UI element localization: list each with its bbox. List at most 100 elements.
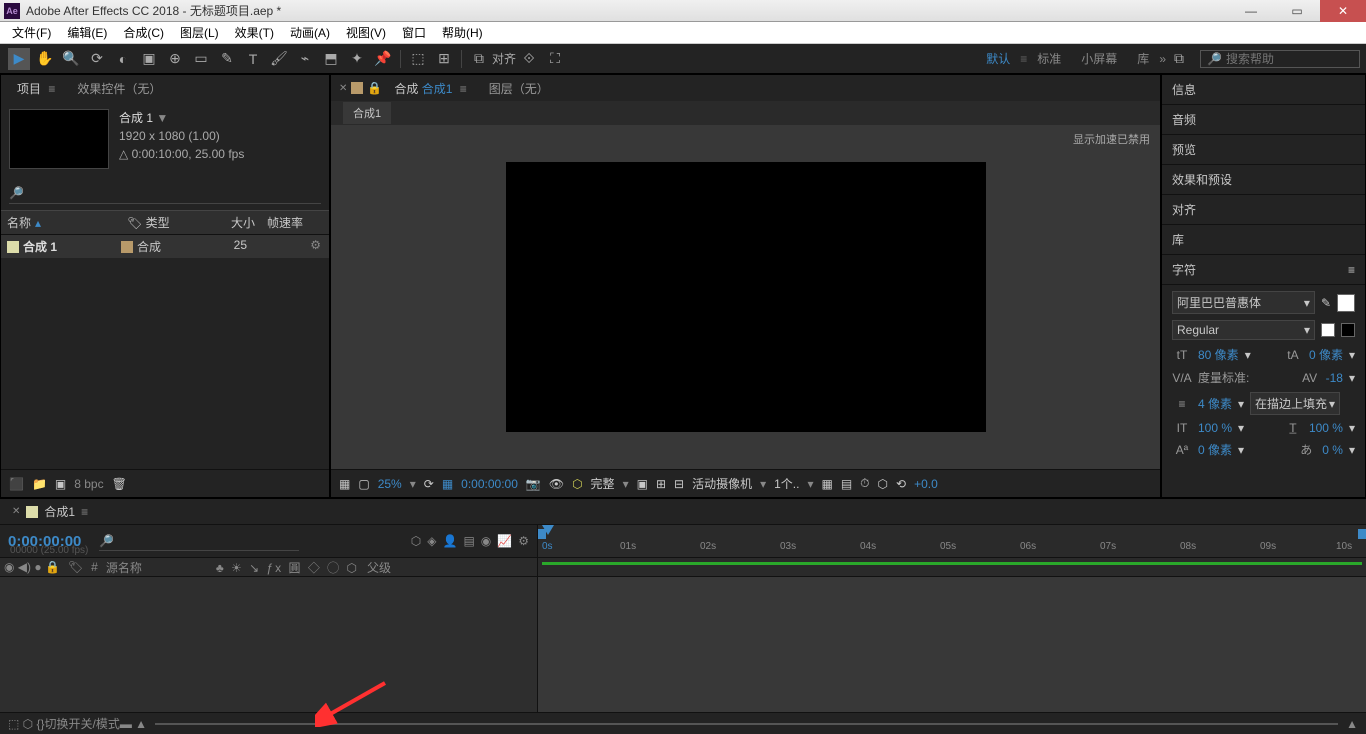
zoom-tool[interactable]: 🔍 xyxy=(60,48,82,70)
graph-editor-icon[interactable]: 📈 xyxy=(497,534,512,548)
fast-preview-icon[interactable]: ▦ xyxy=(821,477,832,491)
show-snapshot-icon[interactable]: 👁 xyxy=(549,477,564,491)
rotate-tool[interactable]: ◐ xyxy=(112,48,134,70)
time-ruler[interactable]: 0s 01s 02s 03s 04s 05s 06s 07s 08s 09s 1… xyxy=(538,525,1366,557)
stroke-color-white[interactable] xyxy=(1321,323,1335,337)
motion-blur-icon[interactable]: ◉ xyxy=(481,534,491,548)
toggle-alpha-icon[interactable]: ▦ xyxy=(339,477,350,491)
vscale-value[interactable]: 100 % xyxy=(1198,421,1232,435)
menu-composition[interactable]: 合成(C) xyxy=(115,22,172,43)
selection-tool[interactable]: ▶ xyxy=(8,48,30,70)
font-family-select[interactable]: 阿里巴巴普惠体▾ xyxy=(1172,291,1315,314)
maximize-button[interactable]: ▭ xyxy=(1274,0,1320,22)
clone-tool[interactable]: ⌁ xyxy=(294,48,316,70)
av-col-icon[interactable]: ◉ ◀) ● 🔒 xyxy=(0,560,64,574)
anchor-tool[interactable]: ⊕ xyxy=(164,48,186,70)
panel-align[interactable]: 对齐 xyxy=(1162,195,1365,225)
project-row[interactable]: 合成 1 合成 25 ⚙ xyxy=(1,235,329,258)
menu-animation[interactable]: 动画(A) xyxy=(282,22,338,43)
panel-info[interactable]: 信息 xyxy=(1162,75,1365,105)
menu-window[interactable]: 窗口 xyxy=(394,22,434,43)
playhead[interactable] xyxy=(542,525,554,535)
grid-icon[interactable]: ⊞ xyxy=(656,477,666,491)
resolution-select[interactable]: 完整 xyxy=(591,475,615,492)
panel-audio[interactable]: 音频 xyxy=(1162,105,1365,135)
timeline-icon[interactable]: ⏱ xyxy=(860,476,869,491)
workspace-menu-icon[interactable]: ≡ xyxy=(1020,52,1027,66)
toggle-mask-icon[interactable]: ▢ xyxy=(358,477,369,491)
stroke-color-black[interactable] xyxy=(1341,323,1355,337)
panel-effects-presets[interactable]: 效果和预设 xyxy=(1162,165,1365,195)
menu-help[interactable]: 帮助(H) xyxy=(434,22,491,43)
lock-icon[interactable]: 🔒 xyxy=(367,81,382,95)
hand-tool[interactable]: ✋ xyxy=(34,48,56,70)
orbit-tool[interactable]: ⟳ xyxy=(86,48,108,70)
menu-effect[interactable]: 效果(T) xyxy=(227,22,282,43)
layer-list[interactable] xyxy=(0,577,538,712)
pixel-aspect-icon[interactable]: ▤ xyxy=(841,477,852,491)
reset-exposure-icon[interactable]: ⟲ xyxy=(896,477,906,491)
views-select[interactable]: 1个.. xyxy=(774,475,799,492)
search-help[interactable]: 🔎 xyxy=(1200,50,1360,68)
channel-icon[interactable]: ⬡ xyxy=(572,477,582,491)
source-name-col[interactable]: 源名称 xyxy=(102,559,212,576)
preview-time[interactable]: 0:00:00:00 xyxy=(461,477,518,491)
type-tool[interactable]: T xyxy=(242,48,264,70)
close-tab-icon[interactable]: ✕ xyxy=(339,83,347,94)
frame-blend-icon[interactable]: ▤ xyxy=(463,534,474,548)
fill-color[interactable] xyxy=(1337,294,1355,312)
close-button[interactable]: ✕ xyxy=(1320,0,1366,22)
toggle-switches-modes[interactable]: 切换开关/模式 xyxy=(45,715,120,732)
tab-project[interactable]: 项目 ≡ xyxy=(9,76,63,101)
panel-preview[interactable]: 预览 xyxy=(1162,135,1365,165)
comp-subtab[interactable]: 合成1 xyxy=(343,102,391,124)
flowchart-icon[interactable]: ⚙ xyxy=(310,238,329,255)
local-axis-icon[interactable]: ⬚ xyxy=(407,48,429,70)
toggle-switches-icon[interactable]: ⬚ ⬡ {} xyxy=(8,717,45,731)
guides-icon[interactable]: ⊟ xyxy=(674,477,684,491)
menu-layer[interactable]: 图层(L) xyxy=(172,22,227,43)
comp-mini-flowchart-icon[interactable]: ⬡ xyxy=(411,534,421,548)
panel-menu-icon[interactable]: ≡ xyxy=(1348,263,1355,277)
workspace-overflow-icon[interactable]: » xyxy=(1159,52,1166,66)
workarea-end[interactable] xyxy=(1358,529,1366,539)
panel-character-header[interactable]: 字符≡ xyxy=(1162,255,1365,285)
label-col-icon[interactable]: 🏷 xyxy=(64,560,87,574)
eraser-tool[interactable]: ⬒ xyxy=(320,48,342,70)
camera-tool[interactable]: ▣ xyxy=(138,48,160,70)
workspace-small[interactable]: 小屏幕 xyxy=(1071,50,1127,67)
baseline-value[interactable]: 0 像素 xyxy=(1198,441,1232,458)
shape-tool[interactable]: ▭ xyxy=(190,48,212,70)
roto-tool[interactable]: ✦ xyxy=(346,48,368,70)
interpret-icon[interactable]: ⬛ xyxy=(9,477,24,491)
zoom-level[interactable]: 25% xyxy=(378,477,402,491)
hscale-value[interactable]: 100 % xyxy=(1309,421,1343,435)
timeline-tracks[interactable] xyxy=(538,577,1366,712)
composition-canvas[interactable] xyxy=(506,162,986,432)
menu-view[interactable]: 视图(V) xyxy=(338,22,394,43)
workspace-library[interactable]: 库 xyxy=(1127,50,1159,67)
timeline-tab[interactable]: 合成1 xyxy=(44,503,75,520)
eyedropper-icon[interactable]: ✎ xyxy=(1321,296,1331,310)
brush-tool[interactable]: 🖌 xyxy=(268,48,290,70)
draft-3d-icon[interactable]: ◈ xyxy=(427,534,436,548)
new-comp-icon[interactable]: ▣ xyxy=(55,477,66,491)
zoom-in-icon[interactable]: ▲ xyxy=(1346,717,1358,731)
exposure-value[interactable]: +0.0 xyxy=(914,477,938,491)
panel-library[interactable]: 库 xyxy=(1162,225,1365,255)
font-size[interactable]: 80 像素 xyxy=(1198,346,1239,363)
menu-file[interactable]: 文件(F) xyxy=(4,22,59,43)
workspace-standard[interactable]: 标准 xyxy=(1027,50,1071,67)
stroke-mode-select[interactable]: 在描边上填充▾ xyxy=(1250,392,1340,415)
flowchart-icon[interactable]: ⬡ xyxy=(878,477,888,491)
search-help-input[interactable] xyxy=(1226,52,1353,66)
parent-col[interactable]: 父级 xyxy=(363,559,395,576)
tab-layer[interactable]: 图层（无） xyxy=(481,76,557,101)
puppet-tool[interactable]: 📌 xyxy=(372,48,394,70)
stroke-width[interactable]: 4 像素 xyxy=(1198,395,1232,412)
shy-icon[interactable]: 👤 xyxy=(443,534,458,548)
leading-value[interactable]: 0 像素 xyxy=(1309,346,1343,363)
panel-menu-icon[interactable]: ≡ xyxy=(81,505,88,519)
snapshot-icon[interactable]: 📷 xyxy=(526,477,541,491)
resolution-icon[interactable]: ⟳ xyxy=(424,477,434,491)
